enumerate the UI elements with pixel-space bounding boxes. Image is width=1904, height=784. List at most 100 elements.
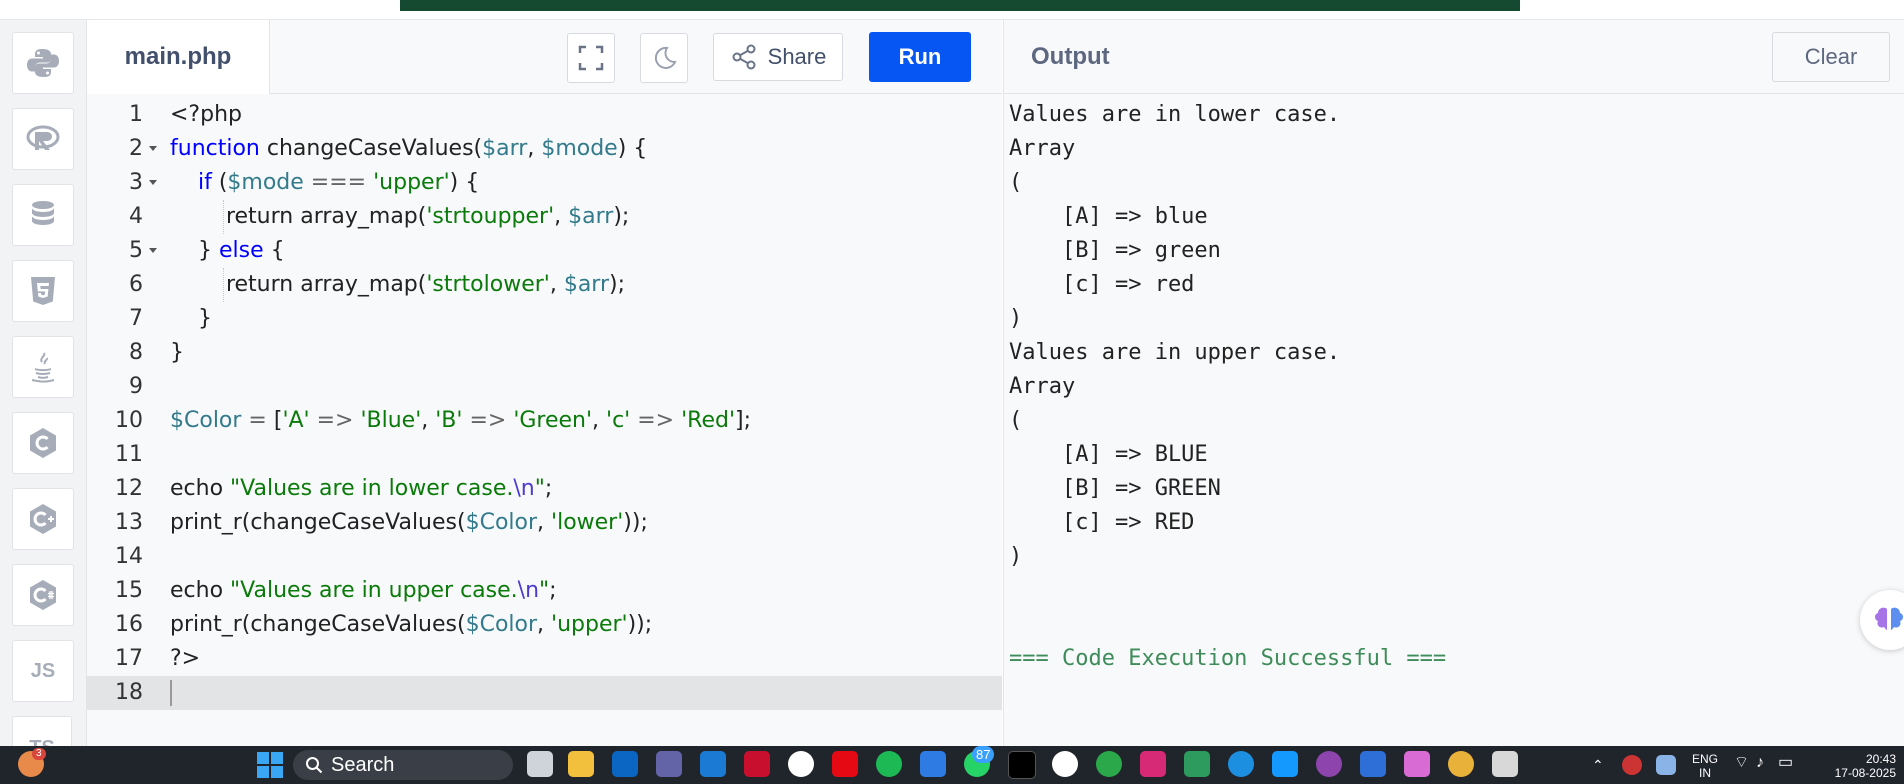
code-token: = [241, 408, 274, 433]
wifi-icon[interactable]: ⌔ [1734, 755, 1749, 771]
battery-icon[interactable]: ▭ [1778, 755, 1793, 771]
csharp-language-button[interactable] [12, 564, 74, 626]
hackerrank-icon[interactable] [1008, 751, 1036, 779]
line-number: 9 [129, 374, 143, 399]
instagram-icon[interactable] [1140, 751, 1166, 777]
code-line[interactable]: 3 if ($mode === 'upper') { [87, 166, 1002, 200]
html-language-button[interactable] [12, 260, 74, 322]
spotify-icon[interactable] [876, 751, 902, 777]
recorder-icon[interactable] [1316, 751, 1342, 777]
code-text: if ($mode === 'upper') { [170, 166, 479, 200]
code-line[interactable]: 7 } [87, 302, 1002, 336]
top-ad-banner[interactable] [400, 0, 1520, 11]
fold-arrow-icon[interactable] [149, 248, 157, 253]
brain-icon [1875, 607, 1903, 630]
code-token: => [309, 408, 361, 433]
edge-icon[interactable] [1228, 751, 1254, 777]
fold-arrow-icon[interactable] [149, 146, 157, 151]
code-line[interactable]: 14 [87, 540, 1002, 574]
sync-tray-icon[interactable] [1656, 755, 1676, 775]
code-line[interactable]: 10 $Color = ['A' => 'Blue', 'B' => 'Green… [87, 404, 1002, 438]
linkedin-icon[interactable] [612, 751, 638, 777]
code-line[interactable]: 1 <?php [87, 98, 1002, 132]
code-line[interactable]: 12 echo "Values are in lower case.\n"; [87, 472, 1002, 506]
line-number: 6 [129, 272, 143, 297]
w-app-icon[interactable] [1184, 751, 1210, 777]
store-icon[interactable] [920, 751, 946, 777]
clock[interactable]: 20:43 17-08-2025 [1806, 752, 1896, 780]
code-line[interactable]: 9 [87, 370, 1002, 404]
run-button[interactable]: Run [869, 32, 971, 82]
code-token: } [170, 340, 184, 365]
code-line[interactable]: 15 echo "Values are in upper case.\n"; [87, 574, 1002, 608]
clear-button[interactable]: Clear [1772, 32, 1890, 82]
volume-icon[interactable]: ♪ [1756, 755, 1764, 771]
file-explorer-icon[interactable] [568, 751, 594, 777]
code-token: , [527, 136, 542, 161]
code-line[interactable]: 8} [87, 336, 1002, 370]
python-language-button[interactable] [12, 32, 74, 94]
copilot-icon[interactable] [1404, 751, 1430, 777]
share-button[interactable]: Share [713, 33, 843, 81]
code-token: "Values are in lower case. [230, 476, 514, 501]
line-number: 8 [129, 340, 143, 365]
app-window-icon[interactable] [1360, 751, 1386, 777]
code-line[interactable]: 13 print_r(changeCaseValues($Color, 'lowe… [87, 506, 1002, 540]
mcafee-icon[interactable] [744, 751, 770, 777]
chrome-icon[interactable] [1448, 751, 1474, 777]
javascript-language-button[interactable]: JS [12, 640, 74, 702]
show-hidden-icons[interactable]: ⌃ [1592, 758, 1604, 772]
code-token: $mode [227, 170, 304, 195]
snipping-tool-icon[interactable] [1492, 751, 1518, 777]
input-language[interactable]: ENG IN [1688, 752, 1722, 780]
mcafee-tray-icon[interactable] [1622, 755, 1642, 775]
line-number: 4 [129, 204, 143, 229]
code-token: 'strtolower' [426, 272, 550, 297]
cpp-language-button[interactable] [12, 488, 74, 550]
line-number: 12 [115, 476, 143, 501]
windows-start-icon[interactable] [256, 751, 284, 779]
fullscreen-button[interactable] [567, 33, 615, 83]
typescript-language-button[interactable]: TS [12, 716, 72, 746]
code-line[interactable]: 5 } else { [87, 234, 1002, 268]
chatgpt-icon[interactable] [1052, 751, 1078, 777]
code-token: , [592, 408, 607, 433]
java-language-button[interactable] [12, 336, 74, 398]
dell-icon[interactable] [700, 751, 726, 777]
code-token: echo [170, 578, 231, 603]
dark-mode-button[interactable] [640, 33, 688, 83]
code-line[interactable]: 16 print_r(changeCaseValues($Color, 'uppe… [87, 608, 1002, 642]
code-line[interactable]: 11 [87, 438, 1002, 472]
output-line: Values are in lower case. [1009, 102, 1341, 127]
c-language-button[interactable] [12, 412, 74, 474]
netflix-icon[interactable] [832, 751, 858, 777]
code-line[interactable]: 2 function changeCaseValues($arr, $mode) … [87, 132, 1002, 166]
prime-video-icon[interactable] [1272, 751, 1298, 777]
output-line: [c] => red [1009, 272, 1195, 297]
udemy-icon[interactable] [788, 751, 814, 777]
code-token: )); [623, 510, 648, 535]
code-line[interactable]: 18 [87, 676, 1002, 710]
weather-badge: 3 [32, 748, 46, 760]
code-line[interactable]: 17 ?> [87, 642, 1002, 676]
file-tab[interactable]: main.php [87, 20, 270, 94]
output-console: Values are in lower case. Array ( [A] => b… [1003, 94, 1904, 746]
output-line: Array [1009, 374, 1076, 399]
fold-arrow-icon[interactable] [149, 180, 157, 185]
c-icon [30, 428, 56, 458]
code-line[interactable]: 4 return array_map('strtoupper', $arr); [87, 200, 1002, 234]
code-editor[interactable]: 1 <?php 2 function changeCaseValues($arr, $… [87, 94, 1002, 746]
teams-icon[interactable] [656, 751, 682, 777]
sql-language-button[interactable] [12, 184, 74, 246]
task-view-icon[interactable] [527, 751, 553, 777]
geeksforgeeks-icon[interactable] [1096, 751, 1122, 777]
search-label: Search [331, 753, 395, 776]
r-language-button[interactable] [12, 108, 74, 170]
taskbar-search[interactable]: Search [293, 750, 513, 780]
csharp-icon [30, 580, 56, 610]
code-line[interactable]: 6 return array_map('strtolower', $arr); [87, 268, 1002, 302]
line-number: 5 [129, 238, 143, 263]
code-token: " [534, 476, 545, 501]
code-token: $arr [563, 272, 610, 297]
